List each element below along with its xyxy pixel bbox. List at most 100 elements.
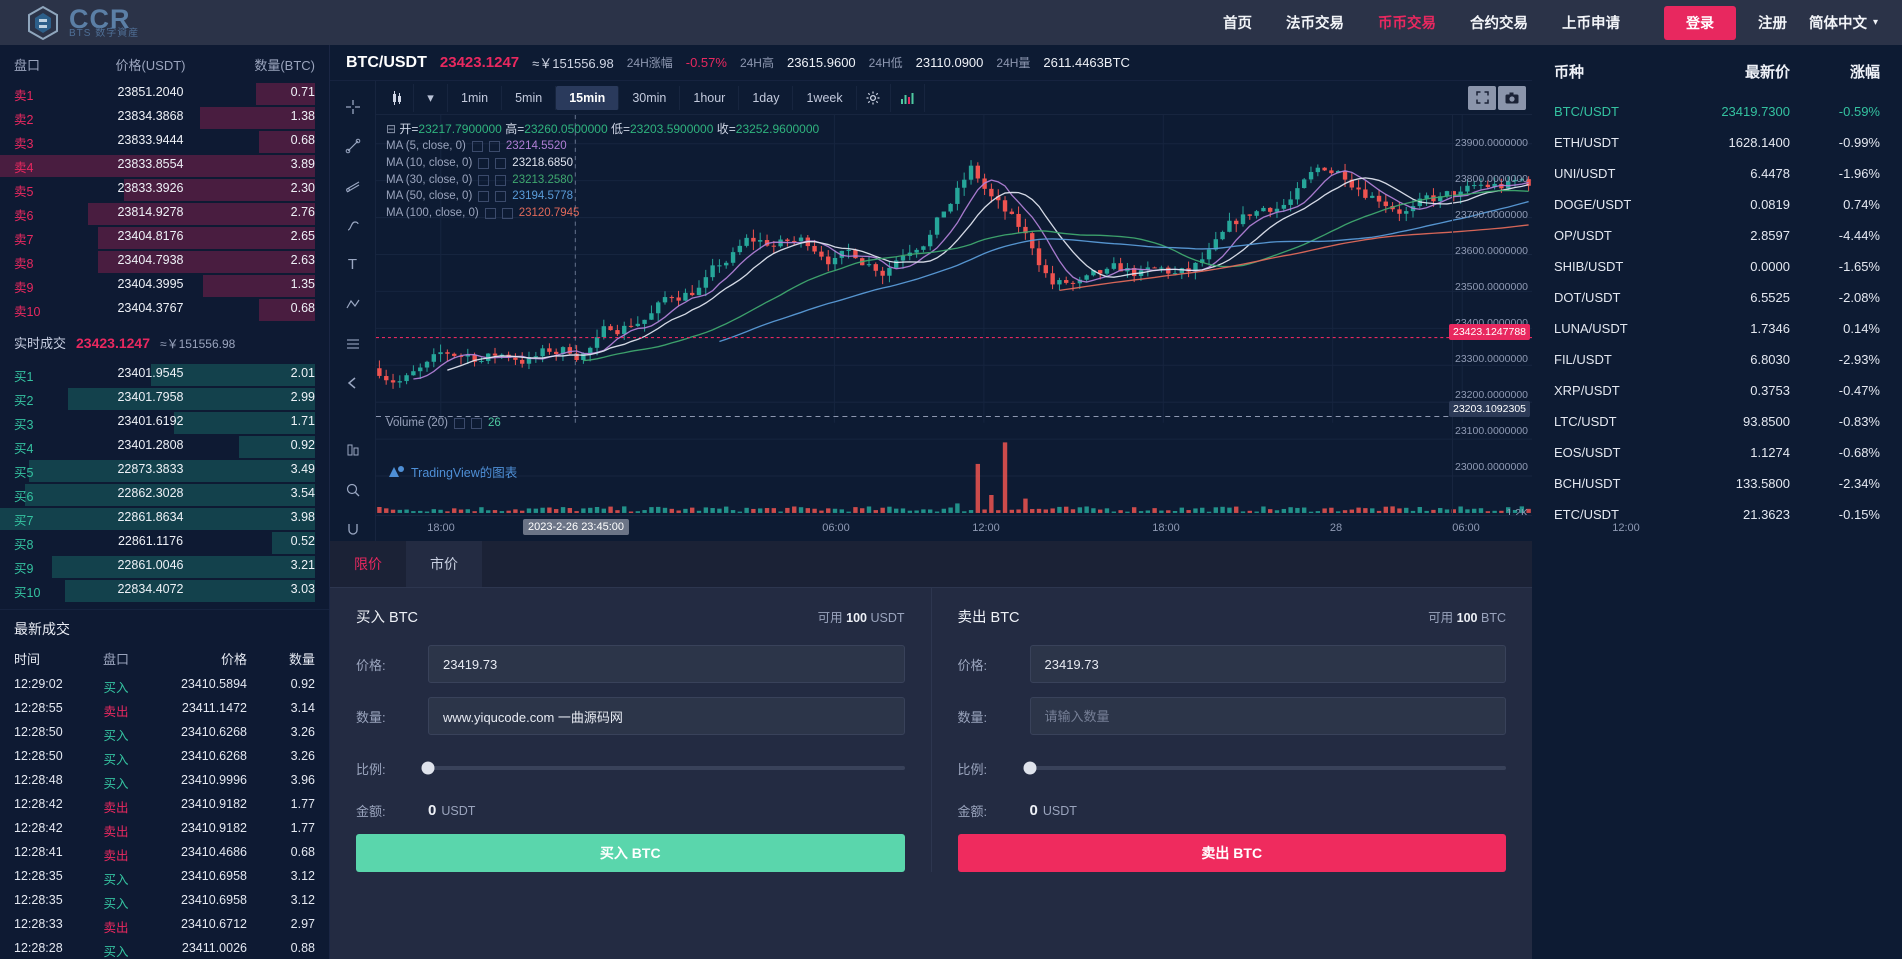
timeframe-1day[interactable]: 1day (739, 85, 794, 110)
buy-price-input[interactable] (428, 645, 905, 683)
crosshair-icon[interactable] (340, 95, 366, 118)
sell-amount-input[interactable] (1029, 697, 1506, 735)
arrow-left-icon[interactable] (340, 371, 366, 394)
timeframe-1min[interactable]: 1min (448, 85, 503, 110)
market-row[interactable]: ETH/USDT 1628.1400 -0.99% (1532, 127, 1902, 158)
collapse-icon[interactable]: ⊟ (386, 122, 396, 136)
market-row[interactable]: DOT/USDT 6.5525 -2.08% (1532, 282, 1902, 313)
market-row[interactable]: DOGE/USDT 0.0819 0.74% (1532, 189, 1902, 220)
chart-time-axis[interactable]: 18:00 2023-2-26 23:45:00 06:00 12:00 18:00 28… (376, 515, 1640, 541)
ma-settings-icon[interactable] (478, 157, 490, 169)
buy-amount-input[interactable] (428, 697, 905, 735)
brush-icon[interactable] (340, 213, 366, 236)
forecast-icon[interactable] (340, 332, 366, 355)
fib-retracement-icon[interactable] (340, 174, 366, 197)
sell-submit-button[interactable]: 卖出 BTC (957, 834, 1506, 872)
orderbook-row[interactable]: 买3 23401.6192 1.71 (0, 411, 329, 435)
ma-settings-icon[interactable] (471, 141, 483, 153)
trade-price: 23411.1472 (181, 700, 247, 715)
pattern-icon[interactable] (340, 292, 366, 315)
orderbook-row[interactable]: 买9 22861.0046 3.21 (0, 555, 329, 579)
chart-toolbar: ▾ 1min 5min 15min 30min 1hour 1day 1week (376, 81, 1532, 115)
orderbook-row[interactable]: 卖7 23404.8176 2.65 (0, 226, 329, 250)
timeframe-30min[interactable]: 30min (619, 85, 681, 110)
orderbook-row[interactable]: 卖10 23404.3767 0.68 (0, 298, 329, 322)
orderbook-row[interactable]: 卖9 23404.3995 1.35 (0, 274, 329, 298)
indicators-icon[interactable] (891, 83, 925, 112)
buy-ratio-slider-knob[interactable] (421, 761, 435, 775)
buy-ratio-slider[interactable] (421, 761, 905, 775)
orderbook-row[interactable]: 卖2 23834.3868 1.38 (0, 106, 329, 130)
magnet-icon[interactable] (340, 518, 366, 541)
ma-settings-icon[interactable] (478, 191, 490, 203)
orderbook-row[interactable]: 买2 23401.7958 2.99 (0, 387, 329, 411)
ma-close-icon[interactable] (501, 207, 513, 219)
ma-settings-icon[interactable] (478, 174, 490, 186)
tradingview-credit[interactable]: TradingView的图表 (388, 462, 517, 481)
nav-item-listing[interactable]: 上币申请 (1562, 12, 1620, 33)
ma-close-icon[interactable] (495, 174, 507, 186)
orderbook-row[interactable]: 买10 22834.4072 3.03 (0, 579, 329, 603)
volume-settings-icon[interactable] (454, 417, 466, 429)
ma-settings-icon[interactable] (484, 207, 496, 219)
timeframe-1week[interactable]: 1week (793, 85, 857, 110)
orderbook-row[interactable]: 卖1 23851.2040 0.71 (0, 82, 329, 106)
orderbook-row[interactable]: 卖3 23833.9444 0.68 (0, 130, 329, 154)
register-link[interactable]: 注册 (1758, 12, 1787, 33)
nav-item-fiat[interactable]: 法币交易 (1286, 12, 1344, 33)
market-row[interactable]: SHIB/USDT 0.0000 -1.65% (1532, 251, 1902, 282)
orderbook-row-amount: 2.01 (290, 365, 315, 380)
market-row[interactable]: FIL/USDT 6.8030 -2.93% (1532, 344, 1902, 375)
login-button[interactable]: 登录 (1663, 5, 1736, 40)
orderbook-row[interactable]: 卖6 23814.9278 2.76 (0, 202, 329, 226)
buy-submit-button[interactable]: 买入 BTC (356, 834, 905, 872)
zoom-icon[interactable] (340, 478, 366, 501)
chart-settings-gear-icon[interactable] (857, 83, 891, 112)
nav-item-spot[interactable]: 币币交易 (1378, 12, 1436, 33)
chart-type-dropdown-icon[interactable]: ▾ (414, 83, 448, 112)
volume-close-icon[interactable] (471, 417, 483, 429)
market-row[interactable]: XRP/USDT 0.3753 -0.47% (1532, 375, 1902, 406)
orderbook-row[interactable]: 买1 23401.9545 2.01 (0, 363, 329, 387)
sell-ratio-slider[interactable] (1023, 761, 1506, 775)
sell-ratio-slider-knob[interactable] (1023, 761, 1036, 775)
nav-item-home[interactable]: 首页 (1223, 12, 1252, 33)
sell-price-input[interactable] (1029, 645, 1506, 683)
trend-line-icon[interactable] (340, 134, 366, 157)
candlestick-type-icon[interactable] (380, 83, 414, 112)
chart-price-axis[interactable]: 23900.0000000 23800.0000000 23700.0000000 2… (1449, 115, 1532, 515)
language-selector[interactable]: 简体中文 ▾ (1809, 12, 1878, 33)
market-row[interactable]: BTC/USDT 23419.7300 -0.59% (1532, 96, 1902, 127)
ma-close-icon[interactable] (495, 157, 507, 169)
market-row[interactable]: ETC/USDT 21.3623 -0.15% (1532, 499, 1902, 530)
timeframe-5min[interactable]: 5min (502, 85, 557, 110)
timeframe-15min[interactable]: 15min (556, 85, 620, 110)
timeframe-1hour[interactable]: 1hour (680, 85, 740, 110)
tab-limit-order[interactable]: 限价 (330, 541, 406, 587)
orderbook-row[interactable]: 买7 22861.8634 3.98 (0, 507, 329, 531)
market-row[interactable]: EOS/USDT 1.1274 -0.68% (1532, 437, 1902, 468)
camera-snapshot-icon[interactable] (1498, 85, 1526, 110)
orderbook-row[interactable]: 买5 22873.3833 3.49 (0, 459, 329, 483)
market-row[interactable]: UNI/USDT 6.4478 -1.96% (1532, 158, 1902, 189)
nav-actions: 登录 注册 简体中文 ▾ (1663, 5, 1878, 40)
orderbook-row[interactable]: 买8 22861.1176 0.52 (0, 531, 329, 555)
measure-icon[interactable] (340, 439, 366, 462)
ma-close-icon[interactable] (495, 191, 507, 203)
market-row[interactable]: OP/USDT 2.8597 -4.44% (1532, 220, 1902, 251)
fullscreen-icon[interactable] (1468, 85, 1496, 110)
orderbook-row[interactable]: 买6 22862.3028 3.54 (0, 483, 329, 507)
orderbook-row[interactable]: 买4 23401.2808 0.92 (0, 435, 329, 459)
nav-item-contract[interactable]: 合约交易 (1470, 12, 1528, 33)
orderbook-row[interactable]: 卖4 23833.8554 3.89 (0, 154, 329, 178)
orderbook-row[interactable]: 卖5 23833.3926 2.30 (0, 178, 329, 202)
market-row[interactable]: LUNA/USDT 1.7346 0.14% (1532, 313, 1902, 344)
tab-market-order[interactable]: 市价 (406, 541, 482, 587)
market-row[interactable]: LTC/USDT 93.8500 -0.83% (1532, 406, 1902, 437)
market-row[interactable]: BCH/USDT 133.5800 -2.34% (1532, 468, 1902, 499)
text-tool-icon[interactable]: T (340, 253, 366, 276)
ma-close-icon[interactable] (488, 141, 500, 153)
orderbook-row[interactable]: 卖8 23404.7938 2.63 (0, 250, 329, 274)
chart-plot-area[interactable]: ⊟ 开=23217.7900000 高=23260.0500000 低=2320… (376, 115, 1532, 515)
brand-logo[interactable]: CCR BTS 数字資産 (24, 4, 139, 42)
